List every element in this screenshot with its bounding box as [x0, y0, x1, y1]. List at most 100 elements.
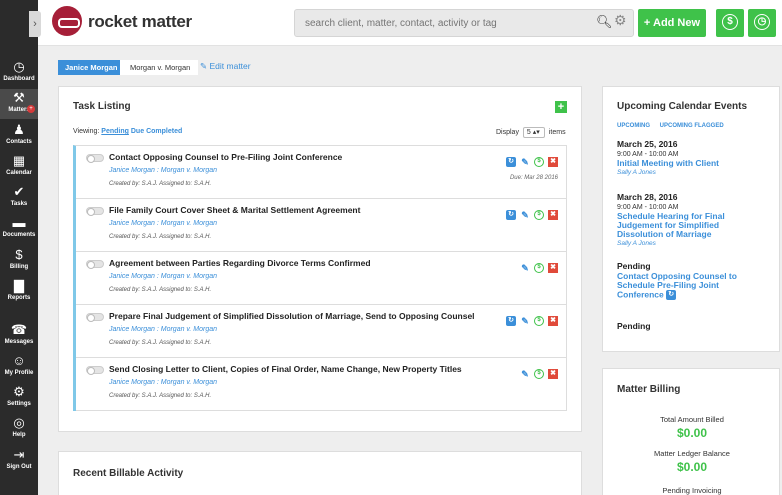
rocket-matter-logo-icon[interactable] — [52, 6, 82, 36]
event-attendee[interactable]: Sally A Jones — [617, 168, 767, 177]
delete-icon[interactable]: ✖ — [548, 369, 558, 379]
matter-ledger-balance-value[interactable]: $0.00 — [603, 460, 781, 474]
sidebar-item-sign-out[interactable]: ⇥ Sign Out — [0, 448, 38, 472]
matter-billing-panel: Matter Billing Total Amount Billed $0.00… — [602, 368, 780, 495]
task-title[interactable]: Send Closing Letter to Client, Copies of… — [109, 364, 462, 374]
sidebar-item-settings[interactable]: ⚙ Settings — [0, 385, 38, 409]
task-matter-link[interactable]: Janice Morgan : Morgan v. Morgan — [109, 326, 217, 333]
search-input[interactable] — [294, 9, 634, 37]
dollar-icon[interactable]: $ — [534, 210, 544, 220]
event-title[interactable]: Schedule Hearing for Final Judgement for… — [617, 212, 767, 239]
dollar-icon[interactable]: $ — [534, 157, 544, 167]
display-count: Display 5 ▴▾ items — [496, 127, 566, 138]
breadcrumb-client[interactable]: Janice Morgan — [58, 60, 125, 75]
total-amount-billed-value[interactable]: $0.00 — [603, 426, 781, 440]
task-complete-toggle[interactable] — [86, 260, 104, 269]
filter-due[interactable]: Due — [131, 128, 144, 135]
task-complete-toggle[interactable] — [86, 207, 104, 216]
calendar-events-title: Upcoming Calendar Events — [617, 101, 748, 112]
total-amount-billed: Total Amount Billed $0.00 — [603, 415, 781, 440]
task-complete-toggle[interactable] — [86, 154, 104, 163]
delete-icon[interactable]: ✖ — [548, 263, 558, 273]
task-created-by: Created by: S.A.J. Assigned to: S.A.H. — [109, 181, 212, 187]
task-row[interactable]: Prepare Final Judgement of Simplified Di… — [76, 305, 567, 358]
dollar-icon: $ — [15, 247, 23, 262]
task-row[interactable]: Contact Opposing Counsel to Pre-Filing J… — [76, 146, 567, 199]
sidebar-item-my-profile[interactable]: ☺ My Profile — [0, 354, 38, 378]
search-settings-gear-icon[interactable]: ⚙ — [614, 12, 627, 29]
event-date: Pending — [617, 321, 651, 331]
breadcrumb-matter[interactable]: Morgan v. Morgan — [120, 60, 199, 75]
link-icon[interactable]: ↻ — [506, 157, 516, 167]
task-complete-toggle[interactable] — [86, 366, 104, 375]
add-task-button[interactable]: + — [555, 101, 567, 113]
task-complete-toggle[interactable] — [86, 313, 104, 322]
task-row[interactable]: File Family Court Cover Sheet & Marital … — [76, 199, 567, 252]
dollar-icon[interactable]: $ — [534, 263, 544, 273]
tab-upcoming-flagged[interactable]: UPCOMING FLAGGED — [660, 123, 724, 129]
task-due-date: Due: Mar 28 2016 — [509, 175, 558, 181]
sidebar-item-matters[interactable]: ⚒ Matters + — [0, 89, 38, 119]
task-title[interactable]: Agreement between Parties Regarding Divo… — [109, 258, 371, 268]
task-matter-link[interactable]: Janice Morgan : Morgan v. Morgan — [109, 273, 217, 280]
task-title[interactable]: File Family Court Cover Sheet & Marital … — [109, 205, 360, 215]
task-title[interactable]: Prepare Final Judgement of Simplified Di… — [109, 311, 475, 321]
filter-completed[interactable]: Completed — [146, 128, 182, 135]
sidebar-item-tasks[interactable]: ✔ Tasks — [0, 185, 38, 209]
pencil-icon[interactable]: ✎ — [520, 263, 530, 273]
link-icon[interactable]: ↻ — [506, 210, 516, 220]
sidebar-item-calendar[interactable]: ▦ Calendar — [0, 154, 38, 178]
link-icon[interactable]: ↻ — [506, 316, 516, 326]
event-date: March 28, 2016 — [617, 192, 678, 202]
event-date: March 25, 2016 — [617, 139, 678, 149]
delete-icon[interactable]: ✖ — [548, 210, 558, 220]
bar-chart-icon: ▇ — [14, 278, 24, 293]
sidebar-item-documents[interactable]: ▬ Documents — [0, 216, 38, 240]
task-created-by: Created by: S.A.J. Assigned to: S.A.H. — [109, 287, 212, 293]
billing-button[interactable]: $ — [716, 9, 744, 37]
sidebar-item-dashboard[interactable]: ◷ Dashboard — [0, 60, 38, 84]
search-icon[interactable]: 🔍︎ — [596, 14, 613, 30]
pencil-icon[interactable]: ✎ — [520, 369, 530, 379]
pencil-icon[interactable]: ✎ — [520, 157, 530, 167]
timer-button[interactable]: ◷ — [748, 9, 776, 37]
sign-out-icon: ⇥ — [13, 447, 25, 462]
sidebar-item-reports[interactable]: ▇ Reports — [0, 279, 38, 303]
task-actions: ↻ ✎ $ ✖ — [502, 210, 558, 221]
task-matter-link[interactable]: Janice Morgan : Morgan v. Morgan — [109, 220, 217, 227]
chevron-right-icon: › — [33, 18, 37, 30]
display-count-select[interactable]: 5 ▴▾ — [522, 127, 545, 138]
pencil-icon[interactable]: ✎ — [520, 316, 530, 326]
dollar-icon[interactable]: $ — [534, 369, 544, 379]
pencil-icon: ✎ — [200, 61, 208, 71]
app-logo-text[interactable]: rocket matter — [88, 12, 192, 32]
task-title[interactable]: Contact Opposing Counsel to Pre-Filing J… — [109, 152, 342, 162]
delete-icon[interactable]: ✖ — [548, 316, 558, 326]
task-row[interactable]: Agreement between Parties Regarding Divo… — [76, 252, 567, 305]
dollar-icon[interactable]: $ — [534, 316, 544, 326]
pending-invoicing: Pending Invoicing — [662, 486, 722, 495]
edit-matter-link[interactable]: ✎ Edit matter — [200, 61, 251, 72]
link-icon[interactable]: ↻ — [666, 290, 677, 300]
add-new-button[interactable]: + Add New — [638, 9, 706, 37]
sidebar-toggle[interactable]: › — [29, 11, 41, 37]
task-listing-title: Task Listing — [73, 101, 131, 112]
matters-add-badge[interactable]: + — [27, 105, 35, 113]
sidebar-item-messages[interactable]: ☎ Messages — [0, 323, 38, 347]
tab-upcoming[interactable]: UPCOMING — [617, 123, 650, 129]
sidebar-item-billing[interactable]: $ Billing — [0, 248, 38, 272]
delete-icon[interactable]: ✖ — [548, 157, 558, 167]
recent-billable-activity-title: Recent Billable Activity — [73, 468, 184, 479]
task-created-by: Created by: S.A.J. Assigned to: S.A.H. — [109, 393, 212, 399]
task-matter-link[interactable]: Janice Morgan : Morgan v. Morgan — [109, 167, 217, 174]
event-title[interactable]: Initial Meeting with Client — [617, 159, 767, 168]
sidebar-item-contacts[interactable]: ♟ Contacts — [0, 123, 38, 147]
pencil-icon[interactable]: ✎ — [520, 210, 530, 220]
task-row[interactable]: Send Closing Letter to Client, Copies of… — [76, 358, 567, 411]
task-matter-link[interactable]: Janice Morgan : Morgan v. Morgan — [109, 379, 217, 386]
sidebar-item-help[interactable]: ◎ Help — [0, 416, 38, 440]
event-attendee[interactable]: Sally A Jones — [617, 239, 767, 248]
event-title[interactable]: Contact Opposing Counsel to Schedule Pre… — [617, 271, 767, 300]
filter-pending[interactable]: Pending — [101, 128, 129, 135]
calendar-event: Pending — [617, 321, 767, 332]
